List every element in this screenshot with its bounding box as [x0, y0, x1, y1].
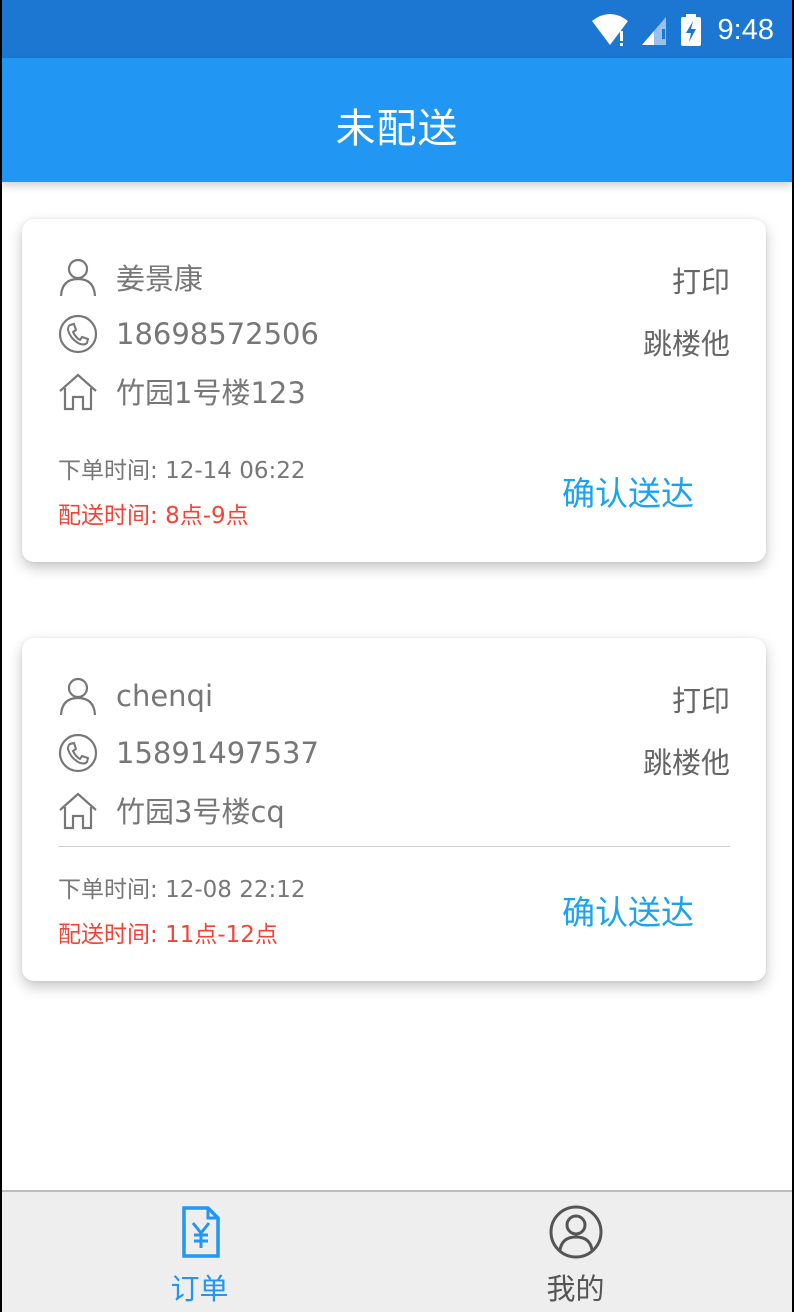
status-time: 9:48 [717, 13, 774, 46]
order-card: 姜景康 18698572506 竹园1号楼123 打印 跳楼他 下单时间: 12… [22, 219, 766, 562]
customer-name: 姜景康 [116, 262, 204, 296]
customer-address: 竹园3号楼cq [116, 795, 285, 829]
signal-icon [641, 17, 666, 45]
order-time-label: 下单时间: [58, 458, 158, 484]
phone-row: 18698572506 [58, 312, 319, 356]
address-row: 竹园1号楼123 [58, 369, 306, 413]
delivery-time-value: 11点-12点 [165, 922, 278, 948]
address-row: 竹园3号楼cq [58, 788, 285, 832]
order-time-value: 12-08 22:12 [165, 877, 306, 903]
delivery-time-value: 8点-9点 [165, 503, 249, 529]
floor-link[interactable]: 跳楼他 [643, 740, 730, 782]
app-bar: 未配送 [2, 58, 792, 182]
tab-profile-label: 我的 [546, 1272, 605, 1306]
tab-orders-label: 订单 [170, 1272, 229, 1306]
delivery-time-label: 配送时间: [58, 922, 158, 948]
person-icon [59, 677, 97, 716]
phone-icon [58, 733, 98, 773]
tab-orders[interactable]: 订单 [2, 1192, 397, 1312]
app-screen: 9:48 未配送 姜景康 18698572506 竹园1号楼123 打印 跳楼他… [2, 0, 792, 1312]
status-bar: 9:48 [2, 0, 792, 58]
customer-name: chenqi [116, 679, 214, 713]
home-icon [59, 792, 97, 830]
print-button[interactable]: 打印 [672, 678, 730, 720]
tab-profile[interactable]: 我的 [378, 1192, 773, 1312]
customer-phone[interactable]: 18698572506 [116, 317, 319, 351]
order-time: 下单时间: 12-14 06:22 [58, 451, 306, 485]
bottom-tab-bar: 订单 我的 [2, 1190, 792, 1312]
customer-address: 竹园1号楼123 [116, 376, 306, 410]
delivery-time-label: 配送时间: [58, 503, 158, 529]
delivery-time: 配送时间: 11点-12点 [58, 915, 278, 949]
order-time-label: 下单时间: [58, 877, 158, 903]
delivery-time: 配送时间: 8点-9点 [58, 496, 249, 530]
customer-name-row: 姜景康 [58, 255, 203, 299]
profile-icon [549, 1205, 602, 1259]
customer-name-row: chenqi [58, 674, 213, 718]
battery-charging-icon [680, 14, 701, 46]
confirm-delivery-button[interactable]: 确认送达 [562, 467, 694, 515]
floor-link[interactable]: 跳楼他 [643, 321, 730, 363]
customer-phone[interactable]: 15891497537 [116, 736, 319, 770]
home-icon [59, 373, 97, 411]
order-card: chenqi 15891497537 竹园3号楼cq 打印 跳楼他 下单时间: … [22, 638, 766, 981]
phone-row: 15891497537 [58, 731, 319, 775]
print-button[interactable]: 打印 [672, 259, 730, 301]
confirm-delivery-button[interactable]: 确认送达 [562, 886, 694, 934]
divider [58, 846, 730, 847]
order-time: 下单时间: 12-08 22:12 [58, 870, 306, 904]
page-title: 未配送 [335, 106, 459, 152]
status-icons: 9:48 [590, 10, 774, 50]
wifi-icon [591, 14, 628, 46]
person-icon [59, 258, 97, 297]
order-time-value: 12-14 06:22 [165, 458, 306, 484]
phone-icon [58, 314, 98, 354]
order-yen-icon [181, 1206, 220, 1258]
